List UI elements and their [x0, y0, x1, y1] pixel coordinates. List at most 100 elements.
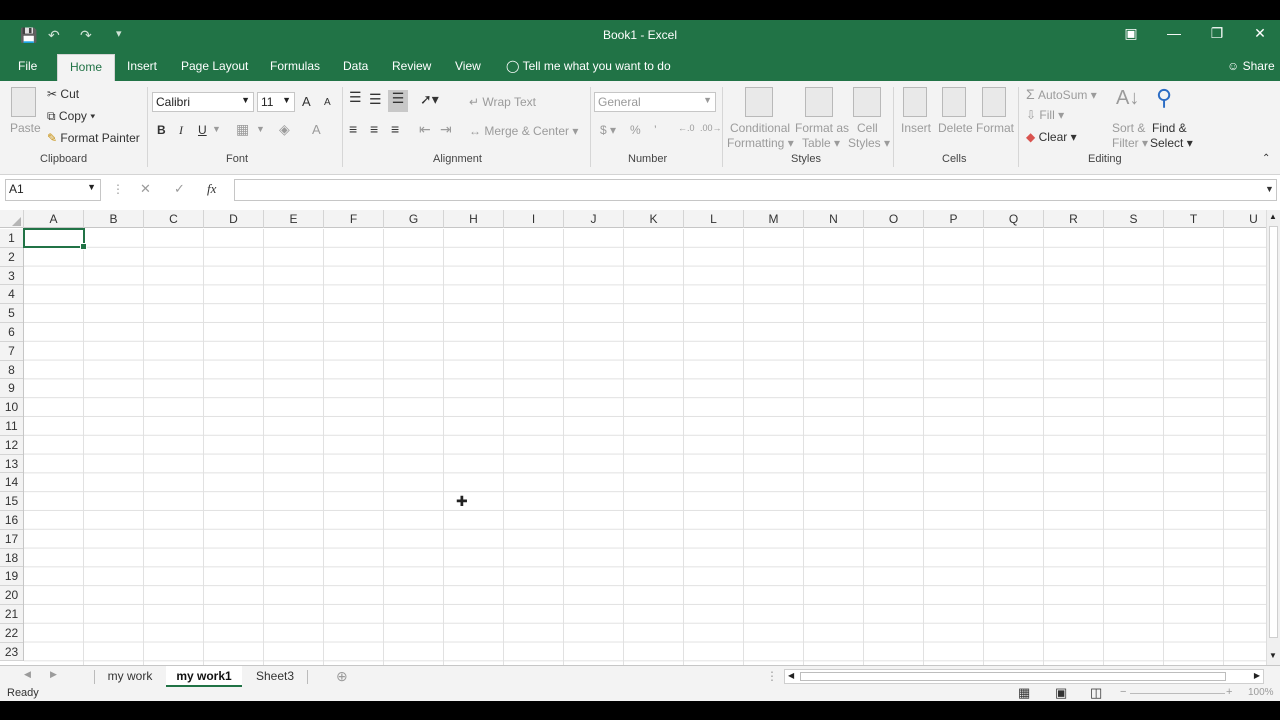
row-header[interactable]: 11 — [0, 417, 23, 436]
worksheet-grid[interactable]: ABCDEFGHIJKLMNOPQRSTU 1 2 3 4 5 6 7 8 9 10 11 12 13 1… — [0, 210, 1266, 665]
row-header[interactable]: 7 — [0, 342, 23, 361]
column-header[interactable]: Q — [984, 210, 1044, 228]
middle-align-icon[interactable]: ☰ — [369, 91, 382, 108]
scroll-up-icon[interactable]: ▲ — [1269, 212, 1277, 221]
minimize-button[interactable]: — — [1159, 25, 1189, 41]
row-header[interactable]: 18 — [0, 549, 23, 568]
format-cells-icon[interactable] — [982, 87, 1006, 117]
normal-view-icon[interactable]: ▦ — [1018, 685, 1030, 701]
merge-center-button[interactable]: ↔ Merge & Center ▾ — [469, 124, 578, 138]
font-name-select[interactable]: Calibri ▼ — [152, 92, 254, 112]
decrease-decimal-icon[interactable]: .00→ — [700, 123, 722, 133]
scroll-right-icon[interactable]: ▶ — [1254, 671, 1260, 680]
column-header[interactable]: I — [504, 210, 564, 228]
format-as-table-button[interactable]: Format as — [795, 121, 849, 135]
column-header[interactable]: F — [324, 210, 384, 228]
cut-button[interactable]: ✂ Cut — [47, 87, 79, 101]
row-header[interactable]: 6 — [0, 323, 23, 342]
column-header[interactable]: M — [744, 210, 804, 228]
row-header[interactable]: 9 — [0, 379, 23, 399]
column-header[interactable]: L — [684, 210, 744, 228]
vertical-scroll-thumb[interactable] — [1269, 226, 1278, 638]
tab-page-layout[interactable]: Page Layout — [181, 59, 248, 73]
format-as-table-icon[interactable] — [805, 87, 833, 117]
sheet-tab-my-work1[interactable]: my work1 — [166, 666, 242, 687]
insert-function-button[interactable]: fx — [207, 181, 216, 197]
find-select-button[interactable]: Find & — [1152, 121, 1187, 135]
row-header[interactable]: 20 — [0, 586, 23, 605]
row-header[interactable]: 21 — [0, 605, 23, 624]
share-button[interactable]: ☺ Share — [1227, 59, 1275, 73]
borders-icon[interactable]: ▦ — [236, 121, 249, 138]
horizontal-scroll-thumb[interactable] — [800, 672, 1226, 681]
row-header[interactable]: 16 — [0, 511, 23, 530]
cell-styles-icon[interactable] — [853, 87, 881, 117]
column-header[interactable]: N — [804, 210, 864, 228]
tab-split-grip-icon[interactable]: ⋮ — [766, 669, 778, 683]
zoom-slider[interactable] — [1130, 693, 1225, 694]
magnifier-icon[interactable]: ⚲ — [1156, 85, 1172, 111]
page-layout-view-icon[interactable]: ▣ — [1055, 685, 1067, 701]
enter-entry-icon[interactable]: ✓ — [174, 181, 185, 197]
currency-button[interactable]: $ ▾ — [600, 123, 616, 137]
formula-input[interactable] — [234, 179, 1277, 201]
row-header[interactable]: 4 — [0, 285, 23, 305]
top-align-icon[interactable]: ☰ — [349, 89, 362, 106]
close-button[interactable]: ✕ — [1245, 25, 1275, 42]
wrap-text-button[interactable]: ↵ Wrap Text — [469, 95, 536, 109]
decrease-indent-icon[interactable]: ⇤ — [419, 121, 431, 138]
chevron-down-icon[interactable]: ▼ — [256, 124, 265, 134]
sort-filter-button[interactable]: Sort & — [1112, 121, 1145, 135]
row-header[interactable]: 23 — [0, 643, 23, 662]
conditional-formatting-icon[interactable] — [745, 87, 773, 117]
column-header[interactable]: U — [1224, 210, 1266, 228]
column-header[interactable]: E — [264, 210, 324, 228]
row-header[interactable]: 17 — [0, 530, 23, 549]
row-header[interactable]: 1 — [0, 229, 23, 248]
new-sheet-icon[interactable]: ⊕ — [336, 668, 348, 685]
font-size-select[interactable]: 11 ▼ — [257, 92, 295, 112]
tab-insert[interactable]: Insert — [127, 59, 157, 73]
tab-review[interactable]: Review — [392, 59, 431, 73]
align-left-icon[interactable]: ≡ — [349, 121, 357, 137]
fill-color-icon[interactable]: ◈ — [279, 121, 290, 138]
delete-cells-button[interactable]: Delete — [938, 121, 973, 135]
sheet-tab-sheet3[interactable]: Sheet3 — [243, 666, 307, 687]
scroll-down-icon[interactable]: ▼ — [1269, 651, 1277, 660]
cell-styles-button[interactable]: Cell — [857, 121, 878, 135]
zoom-level[interactable]: 100% — [1248, 687, 1274, 698]
cancel-entry-icon[interactable]: ✕ — [140, 181, 151, 197]
shrink-font-button[interactable]: A — [324, 97, 331, 108]
column-header[interactable]: K — [624, 210, 684, 228]
row-header[interactable]: 15 — [0, 492, 23, 511]
scroll-left-icon[interactable]: ◀ — [788, 671, 794, 680]
row-header[interactable]: 12 — [0, 436, 23, 455]
conditional-formatting-button[interactable]: Conditional — [730, 121, 790, 135]
increase-decimal-icon[interactable]: ←.0 — [678, 123, 695, 133]
sort-filter-icon[interactable]: A↓ — [1116, 87, 1139, 110]
bold-button[interactable]: B — [157, 123, 166, 137]
sheet-tab-my-work[interactable]: my work — [95, 666, 165, 687]
clear-button[interactable]: ◆ Clear ▾ — [1026, 130, 1077, 144]
ribbon-display-options-icon[interactable]: ▣ — [1116, 25, 1146, 42]
column-header[interactable]: G — [384, 210, 444, 228]
number-format-select[interactable]: General ▼ — [594, 92, 716, 112]
percent-button[interactable]: % — [630, 123, 641, 137]
tab-home[interactable]: Home — [57, 54, 116, 81]
column-header[interactable]: J — [564, 210, 624, 228]
copy-button[interactable]: ⧉ Copy ▾ — [47, 109, 95, 124]
vertical-scrollbar[interactable]: ▲ ▼ — [1266, 210, 1280, 665]
increase-indent-icon[interactable]: ⇥ — [440, 121, 452, 138]
scroll-sheets-right-icon[interactable]: ▶ — [50, 669, 57, 680]
row-header[interactable]: 13 — [0, 455, 23, 474]
comma-button[interactable]: ’ — [654, 123, 657, 137]
zoom-in-icon[interactable]: + — [1226, 686, 1232, 698]
paste-icon[interactable] — [11, 87, 36, 117]
column-header[interactable]: P — [924, 210, 984, 228]
format-cells-button[interactable]: Format — [976, 121, 1014, 135]
row-header[interactable]: 19 — [0, 567, 23, 587]
column-header[interactable]: B — [84, 210, 144, 228]
fill-button[interactable]: ⇩ Fill ▾ — [1026, 108, 1064, 122]
align-right-icon[interactable]: ≡ — [391, 121, 399, 137]
cells-area[interactable] — [24, 229, 1266, 665]
